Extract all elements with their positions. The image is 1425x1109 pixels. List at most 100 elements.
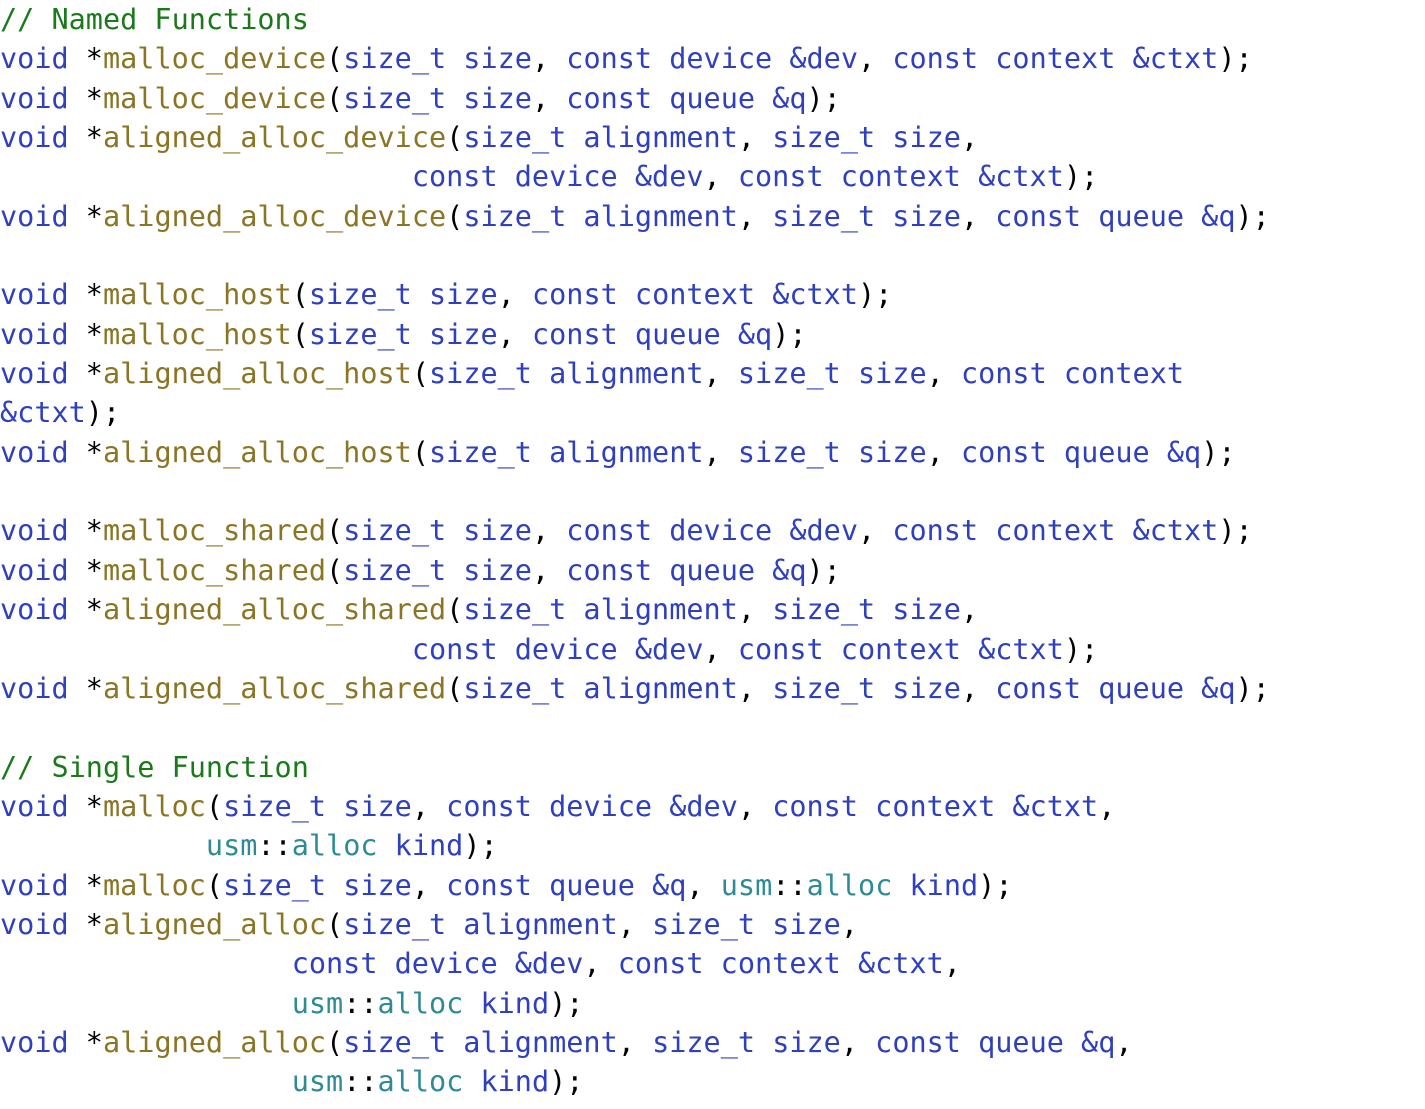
- code-line: void *malloc_device(size_t size, const q…: [0, 79, 1425, 118]
- code-token-pun: ,: [703, 632, 721, 666]
- code-token-kw: size_t alignment: [463, 593, 738, 627]
- code-token-fn: malloc_host: [102, 317, 292, 351]
- code-token-kw: size_t size: [223, 868, 412, 902]
- code-line: void *malloc_device(size_t size, const d…: [0, 39, 1425, 78]
- code-token-pun: );: [1218, 42, 1253, 76]
- code-token-kw: const queue &q: [978, 671, 1236, 705]
- code-token-kw: size_t alignment: [343, 907, 618, 941]
- code-token-pun: [0, 633, 412, 666]
- code-line: const device &dev, const context &ctxt,: [0, 944, 1425, 983]
- code-token-kw: const device &dev: [411, 632, 704, 666]
- code-token-kw: const device &dev: [411, 160, 704, 194]
- code-token-pun: (: [446, 671, 464, 705]
- code-token-pun: ,: [617, 1025, 635, 1059]
- code-token-kw: size_t alignment: [429, 435, 704, 469]
- code-token-kw: void: [0, 671, 86, 705]
- code-token-pun: ,: [960, 121, 979, 155]
- code-line: void *aligned_alloc(size_t alignment, si…: [0, 1023, 1425, 1062]
- code-token-pun: ,: [960, 671, 979, 705]
- code-token-kw: void: [0, 907, 86, 941]
- code-token-pun: *: [85, 553, 103, 587]
- code-token-pun: ::: [257, 829, 292, 863]
- code-token-kw: void: [0, 278, 86, 312]
- code-token-fn: aligned_alloc_device: [102, 199, 447, 233]
- code-token-pun: *: [85, 1025, 103, 1059]
- code-token-pun: ::: [343, 986, 378, 1020]
- code-token-pun: (: [291, 317, 309, 351]
- code-line: void *malloc(size_t size, const device &…: [0, 787, 1425, 826]
- code-token-kw: kind: [463, 986, 550, 1020]
- code-token-pun: ,: [617, 907, 635, 941]
- code-token-pun: (: [291, 278, 309, 312]
- code-token-kw: size_t size: [720, 435, 927, 469]
- code-token-pun: *: [85, 278, 103, 312]
- code-line: void *aligned_alloc_host(size_t alignmen…: [0, 354, 1425, 393]
- code-token-pun: );: [806, 81, 841, 115]
- code-token-fn: malloc: [102, 868, 206, 902]
- code-token-kw: size_t alignment: [463, 121, 738, 155]
- code-token-kw: size_t size: [308, 317, 498, 351]
- code-token-pun: *: [85, 593, 103, 627]
- code-line: void *aligned_alloc(size_t alignment, si…: [0, 905, 1425, 944]
- code-token-pun: ,: [703, 160, 721, 194]
- code-line: // Single Function: [0, 748, 1425, 787]
- code-token-pun: );: [1063, 160, 1099, 194]
- code-token-pun: ,: [737, 789, 756, 823]
- code-token-pun: ,: [497, 278, 515, 312]
- code-token-kw: size_t size: [634, 1025, 841, 1059]
- code-token-kw: const queue &q: [514, 317, 773, 351]
- code-token-kw: void: [0, 593, 86, 627]
- code-token-kw: const device &dev: [549, 514, 858, 548]
- code-token-pun: [0, 160, 412, 193]
- code-token-pun: ,: [531, 514, 550, 548]
- code-token-fn: malloc_device: [102, 42, 327, 76]
- code-line: void *malloc_shared(size_t size, const q…: [0, 551, 1425, 590]
- code-line: void *aligned_alloc_device(size_t alignm…: [0, 197, 1425, 236]
- code-token-pun: *: [85, 435, 103, 469]
- code-token-kw: const context: [943, 357, 1185, 391]
- code-token-pun: ,: [926, 435, 944, 469]
- code-token-pun: );: [463, 829, 498, 863]
- code-line: &ctxt);: [0, 393, 1425, 432]
- code-token-pun: );: [1201, 435, 1236, 469]
- code-token-enum: usm: [205, 829, 258, 863]
- code-token-pun: (: [446, 593, 464, 627]
- code-token-pun: ,: [737, 593, 756, 627]
- code-token-kw: void: [0, 357, 86, 391]
- code-token-pun: (: [326, 514, 344, 548]
- code-token-pun: (: [326, 553, 344, 587]
- code-token-pun: ,: [411, 789, 430, 823]
- code-token-kw: void: [0, 81, 86, 115]
- code-token-pun: (: [326, 907, 344, 941]
- code-token-pun: [0, 1065, 292, 1098]
- code-token-pun: ,: [737, 121, 756, 155]
- code-token-pun: ,: [1098, 789, 1116, 823]
- code-line: usm::alloc kind);: [0, 1062, 1425, 1101]
- code-token-kw: void: [0, 868, 86, 902]
- code-token-fn: aligned_alloc: [102, 1025, 327, 1059]
- code-token-kw: const context &ctxt: [875, 514, 1219, 548]
- code-token-enum: alloc: [291, 829, 378, 863]
- code-line: void *aligned_alloc_shared(size_t alignm…: [0, 590, 1425, 629]
- code-token-pun: );: [549, 1065, 584, 1099]
- code-token-pun: ,: [1115, 1025, 1133, 1059]
- code-token-pun: ,: [857, 42, 876, 76]
- code-token-pun: (: [205, 789, 224, 823]
- code-token-pun: (: [326, 42, 344, 76]
- code-token-pun: ,: [531, 81, 550, 115]
- code-token-kw: size_t size: [308, 278, 498, 312]
- code-token-pun: *: [85, 907, 103, 941]
- code-token-pun: ,: [497, 317, 515, 351]
- code-token-pun: [0, 947, 292, 980]
- code-token-enum: alloc: [377, 1065, 464, 1099]
- code-token-kw: kind: [463, 1065, 550, 1099]
- code-token-kw: const device &dev: [429, 789, 738, 823]
- code-token-kw: size_t size: [223, 789, 412, 823]
- code-token-fn: aligned_alloc_host: [102, 357, 412, 391]
- code-token-kw: size_t alignment: [429, 357, 704, 391]
- code-token-fn: malloc_shared: [102, 514, 327, 548]
- code-token-kw: void: [0, 317, 86, 351]
- code-token-kw: const context &ctxt: [755, 789, 1099, 823]
- code-listing: // Named Functions void *malloc_device(si…: [0, 0, 1425, 1109]
